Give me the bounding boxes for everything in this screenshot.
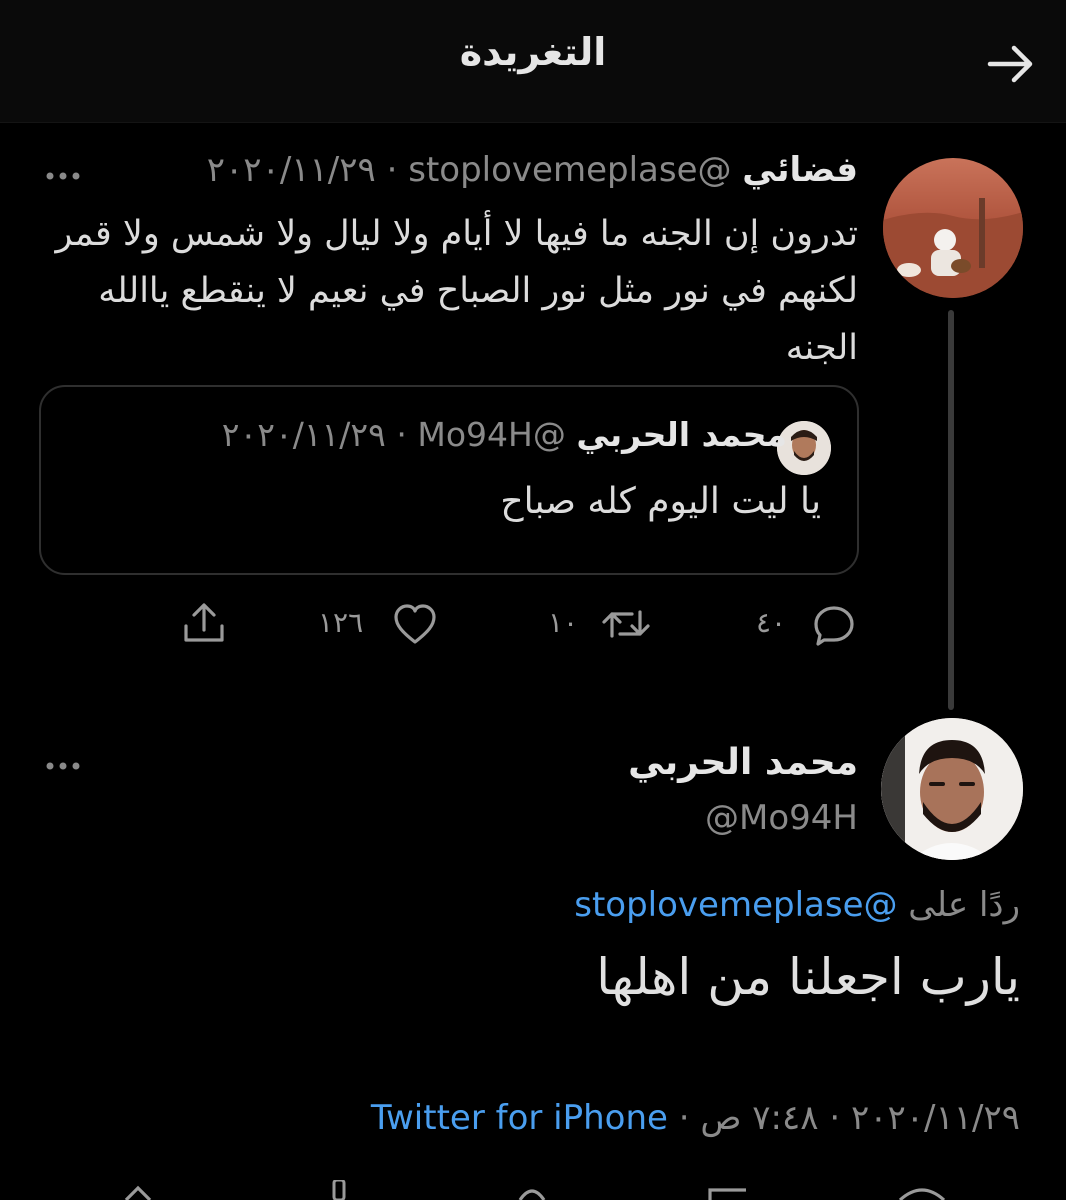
retweet-icon [602,610,650,638]
retweet-button[interactable]: ١٠ [544,600,654,648]
more-icon[interactable] [44,168,84,184]
page-title: التغريدة [459,30,607,74]
thread-line [948,310,954,710]
reply-time: ٧:٤٨ ص [700,1098,819,1138]
top-bar: التغريدة [0,0,1066,123]
quoted-tweet[interactable]: محمد الحربي @Mo94H · ٢٠٢٠/١١/٢٩ يا ليت ا… [39,385,859,575]
quote-text: يا ليت اليوم كله صباح [500,481,821,522]
replying-to: ردًا على @stoplovemeplase [574,885,1020,925]
reply-text: يارب اجعلنا من اهلها [596,948,1020,1006]
separator-dot: · [678,1098,690,1138]
source-link[interactable]: Twitter for iPhone [371,1098,668,1138]
tweet-header: فضائي @stoplovemeplase · ٢٠٢٠/١١/٢٩ [207,150,858,190]
quote-date: ٢٠٢٠/١١/٢٩ [221,415,386,454]
author-handle[interactable]: @stoplovemeplase [408,150,731,190]
share-button[interactable] [178,600,228,648]
reply-icon [898,1188,946,1200]
reply-avatar[interactable] [881,718,1023,860]
retweet-icon [708,1188,746,1200]
avatar[interactable] [883,158,1023,298]
tweet-text: تدرون إن الجنه ما فيها لا أيام ولا ليال … [55,214,859,368]
bottom-action-bar [0,1180,1066,1200]
reply-button[interactable]: ٤٠ [748,600,860,648]
quote-author-handle: @Mo94H [417,415,566,454]
tweet-date[interactable]: ٢٠٢٠/١١/٢٩ [207,150,376,190]
bookmark-icon [332,1180,346,1200]
replying-to-handle[interactable]: @stoplovemeplase [574,885,897,925]
reply-author-name[interactable]: محمد الحربي [628,742,858,783]
quote-header: محمد الحربي @Mo94H · ٢٠٢٠/١١/٢٩ [222,415,787,454]
share-icon [184,603,224,642]
retweet-count: ١٠ [548,606,579,639]
heart-icon [394,604,436,644]
quote-author-name: محمد الحربي [576,415,787,454]
separator-dot: · [829,1098,841,1138]
separator-dot: · [386,150,398,190]
reply-icon [814,606,854,646]
replying-to-label: ردًا على [908,885,1020,925]
heart-icon [518,1189,546,1200]
like-button[interactable]: ١٢٦ [316,600,440,648]
arrow-right-icon[interactable] [984,40,1038,88]
reply-date: ٢٠٢٠/١١/٢٩ [850,1098,1020,1138]
tweet-meta: ٢٠٢٠/١١/٢٩ · ٧:٤٨ ص · Twitter for iPhone [371,1098,1020,1138]
share-icon [124,1185,152,1200]
reply-count: ٤٠ [756,606,787,639]
author-name[interactable]: فضائي [742,150,858,190]
like-count: ١٢٦ [318,606,364,639]
separator-dot: · [396,415,407,454]
more-icon[interactable] [44,758,84,774]
reply-author-handle[interactable]: @Mo94H [705,798,858,838]
